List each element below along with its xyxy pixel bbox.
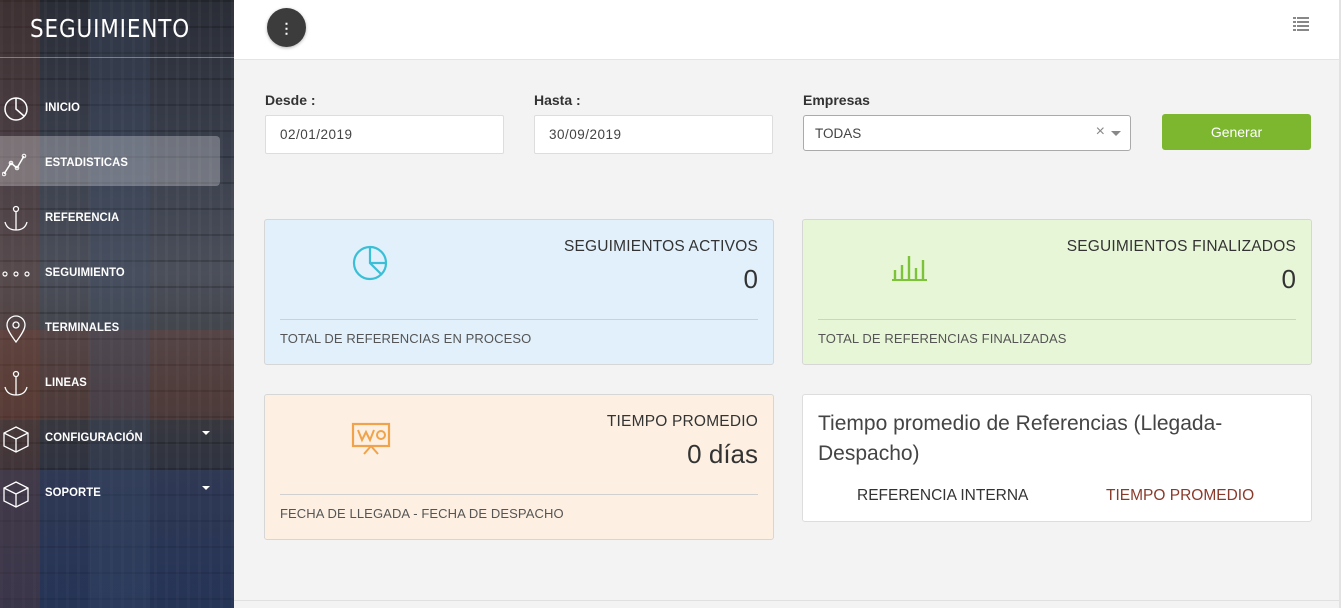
empresas-label: Empresas bbox=[803, 92, 870, 108]
sidebar-item-configuracion[interactable]: CONFIGURACIÓN bbox=[0, 411, 234, 466]
clear-icon[interactable]: × bbox=[1096, 123, 1105, 141]
more-vertical-icon: ⋮ bbox=[279, 19, 294, 36]
sidebar-item-soporte[interactable]: SOPORTE bbox=[0, 466, 234, 521]
card-value: 0 bbox=[1281, 264, 1296, 294]
card-footer: FECHA DE LLEGADA - FECHA DE DESPACHO bbox=[280, 506, 564, 521]
brand-title: SEGUIMIENTO bbox=[30, 14, 191, 43]
sidebar-item-label: ESTADISTICAS bbox=[45, 154, 129, 169]
card-tiempo-promedio: TIEMPO PROMEDIO 0 días FECHA DE LLEGADA … bbox=[264, 394, 774, 540]
card-footer: TOTAL DE REFERENCIAS FINALIZADAS bbox=[818, 331, 1067, 346]
list-icon[interactable] bbox=[1293, 17, 1309, 31]
hasta-date-input[interactable]: 30/09/2019 bbox=[534, 115, 773, 154]
chevron-down-icon bbox=[202, 486, 210, 490]
chevron-down-icon bbox=[202, 431, 210, 435]
pie-chart-icon bbox=[0, 84, 45, 134]
anchor-icon bbox=[0, 194, 45, 244]
pie-chart-icon bbox=[352, 245, 388, 281]
desde-date-input[interactable]: 02/01/2019 bbox=[265, 115, 504, 154]
brand[interactable]: SEGUIMIENTO bbox=[0, 0, 234, 58]
divider bbox=[280, 319, 758, 320]
sidebar-item-label: SOPORTE bbox=[45, 484, 101, 499]
card-seguimientos-activos: SEGUIMIENTOS ACTIVOS 0 TOTAL DE REFERENC… bbox=[264, 219, 774, 365]
cube-icon bbox=[0, 469, 45, 519]
table-title: Tiempo promedio de Referencias (Llegada-… bbox=[818, 412, 1223, 465]
presentation-board-icon bbox=[351, 422, 391, 455]
sidebar-item-label: SEGUIMIENTO bbox=[45, 264, 125, 279]
menu-button[interactable]: ⋮ bbox=[267, 8, 306, 47]
sidebar: SEGUIMIENTO INICIO ESTADISTICAS REFERENC… bbox=[0, 0, 234, 608]
tiempo-promedio-table: Tiempo promedio de Referencias (Llegada-… bbox=[802, 394, 1312, 522]
sidebar-item-label: INICIO bbox=[45, 99, 81, 114]
card-seguimientos-finalizados: SEGUIMIENTOS FINALIZADOS 0 TOTAL DE REFE… bbox=[802, 219, 1312, 365]
divider bbox=[280, 494, 758, 495]
topbar: ⋮ bbox=[234, 0, 1339, 60]
sidebar-nav: INICIO ESTADISTICAS REFERENCIA SEGUIMIEN… bbox=[0, 81, 234, 521]
desde-label: Desde : bbox=[265, 92, 316, 108]
chevron-down-icon[interactable] bbox=[1111, 131, 1121, 136]
empresas-select[interactable]: TODAS × bbox=[803, 115, 1131, 151]
bar-chart-icon bbox=[892, 256, 927, 281]
dots-icon bbox=[0, 249, 45, 299]
footer-divider bbox=[234, 600, 1339, 601]
map-pin-icon bbox=[0, 304, 45, 354]
sidebar-item-lineas[interactable]: LINEAS bbox=[0, 356, 234, 411]
anchor-icon bbox=[0, 359, 45, 409]
empresas-selected-value: TODAS bbox=[815, 126, 862, 141]
card-value: 0 bbox=[743, 264, 758, 294]
card-footer: TOTAL DE REFERENCIAS EN PROCESO bbox=[280, 331, 532, 346]
line-chart-icon bbox=[0, 139, 45, 189]
sidebar-item-referencia[interactable]: REFERENCIA bbox=[0, 191, 234, 246]
card-title: TIEMPO PROMEDIO bbox=[606, 413, 758, 430]
column-header-tiempo[interactable]: TIEMPO PROMEDIO bbox=[1106, 487, 1254, 505]
card-value: 0 días bbox=[687, 439, 758, 469]
sidebar-item-terminales[interactable]: TERMINALES bbox=[0, 301, 234, 356]
sidebar-item-label: LINEAS bbox=[45, 374, 87, 389]
hasta-label: Hasta : bbox=[534, 92, 581, 108]
sidebar-item-label: CONFIGURACIÓN bbox=[45, 429, 143, 444]
card-title: SEGUIMIENTOS ACTIVOS bbox=[563, 238, 758, 255]
sidebar-item-estadisticas[interactable]: ESTADISTICAS bbox=[0, 136, 234, 191]
divider bbox=[818, 319, 1296, 320]
generar-button[interactable]: Generar bbox=[1162, 114, 1311, 150]
sidebar-item-seguimiento[interactable]: SEGUIMIENTO bbox=[0, 246, 234, 301]
card-title: SEGUIMIENTOS FINALIZADOS bbox=[1066, 238, 1296, 255]
sidebar-item-label: REFERENCIA bbox=[45, 209, 120, 224]
sidebar-item-label: TERMINALES bbox=[45, 319, 120, 334]
cube-icon bbox=[0, 414, 45, 464]
sidebar-item-inicio[interactable]: INICIO bbox=[0, 81, 234, 136]
column-header-referencia[interactable]: REFERENCIA INTERNA bbox=[857, 487, 1028, 505]
